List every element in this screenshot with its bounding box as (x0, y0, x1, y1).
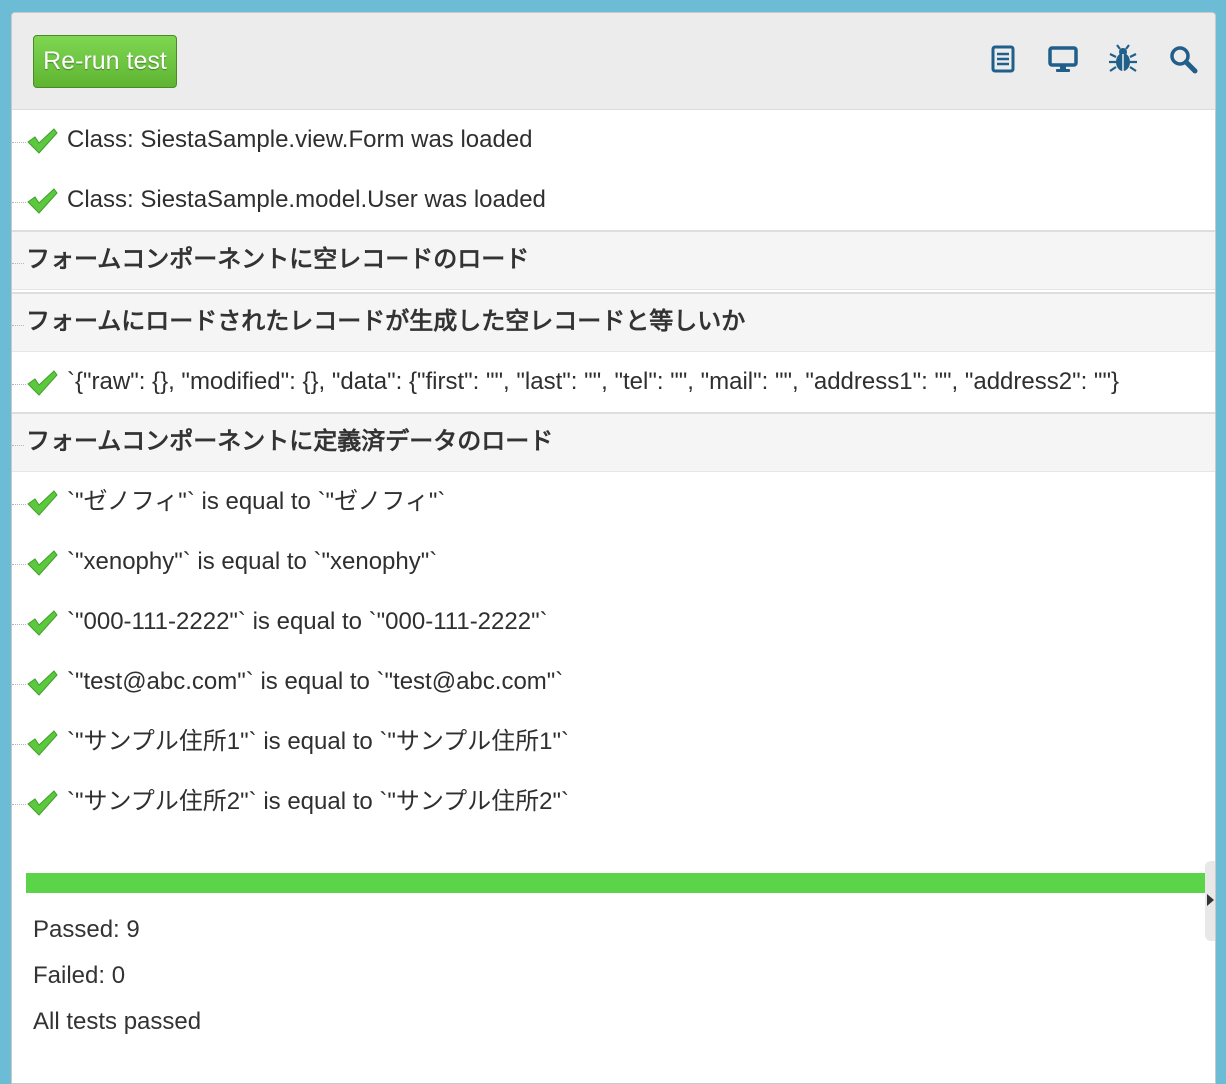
result-text: `"ゼノフィ"` is equal to `"ゼノフィ"` (67, 488, 446, 515)
rerun-test-button[interactable]: Re-run test (33, 35, 177, 88)
results-list: Class: SiestaSample.view.Form was loaded… (12, 110, 1215, 832)
group-header[interactable]: フォームコンポーネントに空レコードのロード (12, 230, 1215, 290)
progress-bar (26, 873, 1215, 893)
check-icon (26, 609, 58, 637)
test-summary: Passed: 9 Failed: 0 All tests passed (33, 907, 201, 1045)
arrow-right-icon (1207, 894, 1214, 906)
document-icon[interactable] (988, 44, 1018, 74)
result-text: `"xenophy"` is equal to `"xenophy"` (67, 548, 438, 575)
tree-connector (12, 142, 26, 143)
check-icon (26, 369, 58, 397)
result-row: Class: SiestaSample.view.Form was loaded (12, 110, 1215, 170)
passed-count: Passed: 9 (33, 916, 140, 943)
bug-icon[interactable] (1108, 44, 1138, 74)
tree-connector (12, 325, 24, 326)
tree-connector (12, 384, 26, 385)
result-text: `"000-111-2222"` is equal to `"000-111-2… (67, 608, 548, 635)
check-icon (26, 489, 58, 517)
result-row: `"ゼノフィ"` is equal to `"ゼノフィ"` (12, 472, 1215, 532)
tree-connector (12, 564, 26, 565)
group-title: フォームコンポーネントに定義済データのロード (26, 428, 554, 455)
group-header[interactable]: フォームコンポーネントに定義済データのロード (12, 412, 1215, 472)
tree-connector (12, 263, 24, 264)
tree-connector (12, 744, 26, 745)
group-title: フォームにロードされたレコードが生成した空レコードと等しいか (26, 308, 746, 335)
result-text: Class: SiestaSample.view.Form was loaded (67, 126, 533, 153)
tree-connector (12, 504, 26, 505)
check-icon (26, 789, 58, 817)
tree-connector (12, 684, 26, 685)
toolbar: Re-run test (12, 13, 1215, 110)
search-icon[interactable] (1168, 44, 1198, 74)
summary-status: All tests passed (33, 1008, 202, 1035)
result-row: Class: SiestaSample.model.User was loade… (12, 170, 1215, 230)
check-icon (26, 187, 58, 215)
result-row: `"サンプル住所2"` is equal to `"サンプル住所2"` (12, 772, 1215, 832)
result-text: Class: SiestaSample.model.User was loade… (67, 186, 546, 213)
result-row: `"000-111-2222"` is equal to `"000-111-2… (12, 592, 1215, 652)
result-row: `"xenophy"` is equal to `"xenophy"` (12, 532, 1215, 592)
check-icon (26, 669, 58, 697)
test-result-panel: Re-run test Class: SiestaSample.view.For… (11, 12, 1216, 1084)
group-title: フォームコンポーネントに空レコードのロード (26, 246, 530, 273)
group-header[interactable]: フォームにロードされたレコードが生成した空レコードと等しいか (12, 292, 1215, 352)
result-text: `"サンプル住所2"` is equal to `"サンプル住所2"` (67, 788, 570, 815)
check-icon (26, 549, 58, 577)
check-icon (26, 127, 58, 155)
tree-connector (12, 624, 26, 625)
tree-connector (12, 804, 26, 805)
result-text: `"サンプル住所1"` is equal to `"サンプル住所1"` (67, 728, 570, 755)
check-icon (26, 729, 58, 757)
tree-connector (12, 445, 24, 446)
failed-count: Failed: 0 (33, 962, 126, 989)
result-row: `"test@abc.com"` is equal to `"test@abc.… (12, 652, 1215, 712)
monitor-icon[interactable] (1048, 44, 1078, 74)
result-row: `"サンプル住所1"` is equal to `"サンプル住所1"` (12, 712, 1215, 772)
panel-collapse-handle[interactable] (1205, 861, 1215, 941)
tree-connector (12, 202, 26, 203)
result-text: `{"raw": {}, "modified": {}, "data": {"f… (67, 368, 1119, 395)
result-text: `"test@abc.com"` is equal to `"test@abc.… (67, 668, 564, 695)
result-row: `{"raw": {}, "modified": {}, "data": {"f… (12, 352, 1215, 412)
